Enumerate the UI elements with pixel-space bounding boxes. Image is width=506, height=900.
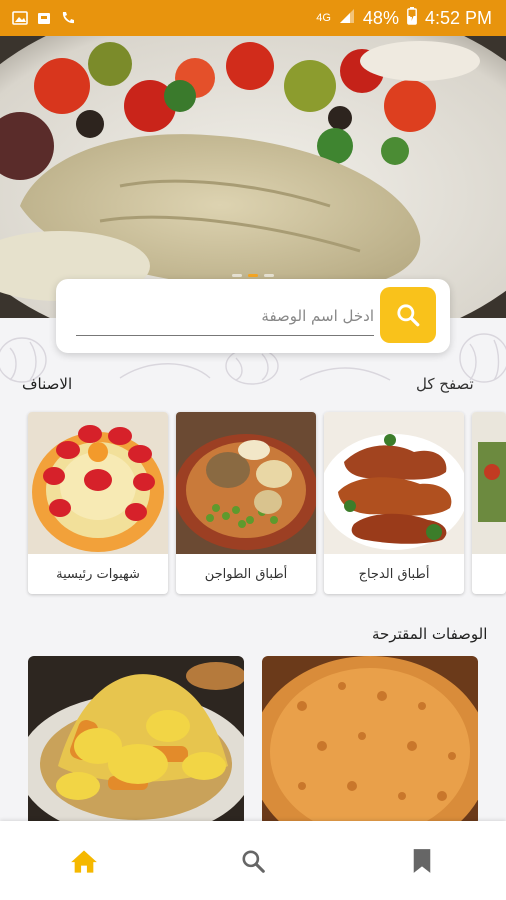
categories-title: الاصناف bbox=[22, 375, 73, 393]
recipe-image bbox=[262, 656, 478, 826]
carousel-indicator bbox=[232, 274, 274, 277]
recipe-image bbox=[28, 656, 244, 826]
nav-home[interactable] bbox=[0, 821, 169, 900]
category-image bbox=[324, 412, 464, 554]
nav-search[interactable] bbox=[169, 821, 338, 900]
battery-icon bbox=[407, 6, 417, 30]
gallery-notification-icon bbox=[12, 10, 28, 26]
phone-notification-icon bbox=[60, 10, 76, 26]
home-icon bbox=[71, 850, 98, 873]
carousel-dot[interactable] bbox=[264, 274, 274, 277]
search-button[interactable] bbox=[380, 287, 436, 343]
browse-all-link[interactable]: تصفح كل bbox=[416, 375, 474, 393]
category-card-main-dishes[interactable]: شهيوات رئيسية bbox=[28, 412, 168, 594]
category-label: أطباق الطواجن bbox=[204, 566, 288, 582]
nav-bookmarks[interactable] bbox=[337, 821, 506, 900]
signal-icon bbox=[339, 8, 355, 29]
recipe-card-gratin[interactable] bbox=[262, 656, 478, 826]
network-type: 4G bbox=[316, 12, 331, 24]
suggested-title: الوصفات المقترحة bbox=[372, 625, 488, 643]
clock: 4:52 PM bbox=[424, 7, 492, 28]
category-label: شهيوات رئيسية bbox=[56, 566, 140, 582]
carousel-dot[interactable] bbox=[232, 274, 242, 277]
carousel-dot-active[interactable] bbox=[248, 274, 258, 277]
category-image bbox=[28, 412, 168, 554]
category-image bbox=[176, 412, 316, 554]
hero-carousel[interactable] bbox=[0, 36, 506, 318]
status-bar: 4G 48% 4:52 PM bbox=[0, 0, 506, 36]
bookmark-icon bbox=[413, 848, 430, 873]
search-card bbox=[56, 279, 450, 353]
category-label: أطباق الدجاج bbox=[358, 566, 430, 582]
category-card-chicken[interactable]: أطباق الدجاج bbox=[324, 412, 464, 594]
category-image bbox=[472, 412, 506, 554]
search-icon bbox=[242, 849, 265, 873]
bottom-navigation bbox=[0, 821, 506, 900]
search-icon bbox=[397, 304, 420, 327]
category-card-tagines[interactable]: أطباق الطواجن bbox=[176, 412, 316, 594]
battery-percent: 48% bbox=[362, 7, 399, 28]
recipe-card-couscous[interactable] bbox=[28, 656, 244, 826]
category-card-partial[interactable] bbox=[472, 412, 506, 594]
store-notification-icon bbox=[36, 10, 52, 26]
recipe-search-input[interactable] bbox=[76, 297, 374, 336]
